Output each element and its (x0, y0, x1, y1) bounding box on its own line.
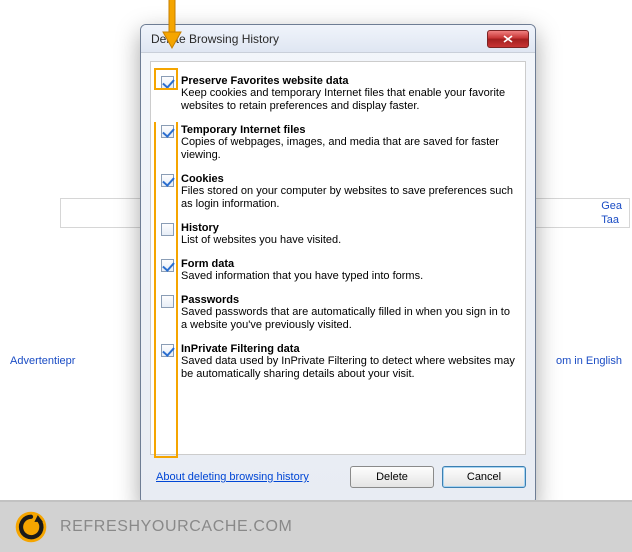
checkbox-cookies[interactable] (161, 174, 174, 187)
option-cookies: CookiesFiles stored on your computer by … (161, 170, 515, 219)
option-description: Saved passwords that are automatically f… (181, 306, 515, 332)
refresh-logo-icon (14, 510, 48, 544)
option-title: InPrivate Filtering data (181, 343, 515, 355)
option-title: Temporary Internet files (181, 124, 515, 136)
close-button[interactable] (487, 30, 529, 48)
option-passwords: PasswordsSaved passwords that are automa… (161, 291, 515, 340)
option-text: PasswordsSaved passwords that are automa… (181, 294, 515, 332)
checkbox-history[interactable] (161, 223, 174, 236)
option-text: Form dataSaved information that you have… (181, 258, 515, 283)
option-description: Files stored on your computer by website… (181, 185, 515, 211)
option-description: Saved information that you have typed in… (181, 270, 515, 283)
checkbox-form-data[interactable] (161, 259, 174, 272)
cancel-button[interactable]: Cancel (442, 466, 526, 488)
page-footer: REFRESHYOURCACHE.COM (0, 500, 632, 552)
footer-text: REFRESHYOURCACHE.COM (60, 518, 292, 536)
background-link-right: om in English (556, 355, 622, 367)
option-title: Preserve Favorites website data (181, 75, 515, 87)
delete-button[interactable]: Delete (350, 466, 434, 488)
option-description: Saved data used by InPrivate Filtering t… (181, 355, 515, 381)
option-text: Temporary Internet filesCopies of webpag… (181, 124, 515, 162)
background-right-links: Gea Taa (591, 195, 632, 231)
option-preserve-favorites: Preserve Favorites website dataKeep cook… (161, 72, 515, 121)
option-form-data: Form dataSaved information that you have… (161, 255, 515, 291)
checkbox-temp-internet-files[interactable] (161, 125, 174, 138)
option-description: Keep cookies and temporary Internet file… (181, 87, 515, 113)
option-temp-internet-files: Temporary Internet filesCopies of webpag… (161, 121, 515, 170)
option-text: CookiesFiles stored on your computer by … (181, 173, 515, 211)
option-text: Preserve Favorites website dataKeep cook… (181, 75, 515, 113)
option-text: InPrivate Filtering dataSaved data used … (181, 343, 515, 381)
option-description: List of websites you have visited. (181, 234, 515, 247)
help-link[interactable]: About deleting browsing history (156, 471, 309, 483)
titlebar: Delete Browsing History (141, 25, 535, 53)
option-text: HistoryList of websites you have visited… (181, 222, 515, 247)
background-link-left: Advertentiepr (10, 355, 75, 367)
close-icon (503, 35, 513, 43)
option-title: Passwords (181, 294, 515, 306)
dialog-footer: About deleting browsing history Delete C… (150, 461, 526, 493)
dialog-body: Preserve Favorites website dataKeep cook… (150, 61, 526, 455)
option-history: HistoryList of websites you have visited… (161, 219, 515, 255)
checkbox-inprivate-filtering[interactable] (161, 344, 174, 357)
option-inprivate-filtering: InPrivate Filtering dataSaved data used … (161, 340, 515, 389)
checkbox-passwords[interactable] (161, 295, 174, 308)
delete-browsing-history-dialog: Delete Browsing History Preserve Favorit… (140, 24, 536, 505)
option-title: Cookies (181, 173, 515, 185)
option-description: Copies of webpages, images, and media th… (181, 136, 515, 162)
checkbox-preserve-favorites[interactable] (161, 76, 174, 89)
option-title: History (181, 222, 515, 234)
dialog-title: Delete Browsing History (151, 32, 487, 46)
option-title: Form data (181, 258, 515, 270)
